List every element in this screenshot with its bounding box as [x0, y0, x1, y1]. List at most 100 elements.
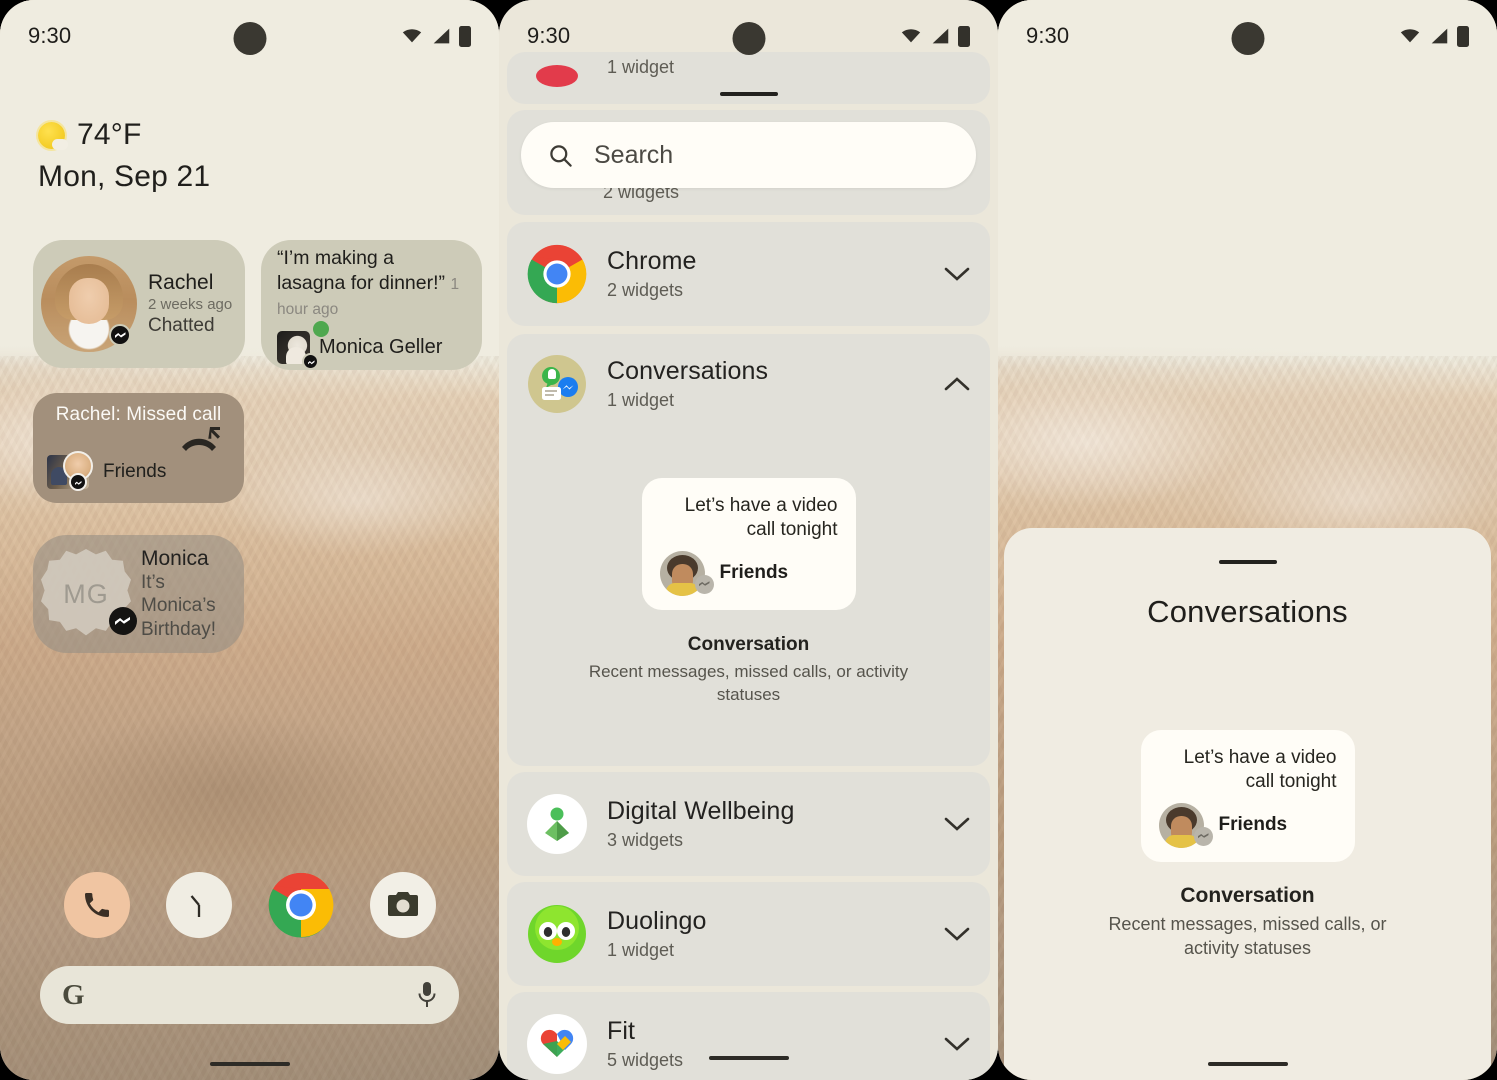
camera-punch-hole	[1231, 22, 1264, 55]
fit-icon	[527, 1014, 587, 1074]
chevron-down-icon[interactable]	[944, 1036, 970, 1052]
preview-message: Let’s have a video call tonight	[684, 495, 838, 541]
chevron-up-icon[interactable]	[944, 376, 970, 392]
chevron-down-icon[interactable]	[944, 266, 970, 282]
microphone-icon[interactable]	[417, 981, 437, 1009]
battery-icon	[958, 25, 970, 47]
navigation-bar-handle[interactable]	[1207, 1062, 1288, 1066]
messenger-icon	[109, 607, 137, 635]
app-dock	[0, 872, 499, 938]
status-icons	[900, 25, 970, 47]
battery-icon	[459, 25, 471, 47]
phone-icon[interactable]	[63, 872, 130, 938]
conversation-widget-rachel[interactable]: Rachel 2 weeks ago Chatted	[33, 240, 245, 368]
conversation-widget-birthday[interactable]: MG Monica It’s Monica’s Birthday!	[33, 535, 244, 653]
camera-icon[interactable]	[369, 872, 436, 938]
phone-conversations-sheet: 9:30 Conversations Let’s have a video ca…	[998, 0, 1497, 1080]
weather-date: Mon, Sep 21	[38, 160, 211, 193]
timestamp: 2 weeks ago	[148, 296, 233, 314]
status-icons	[401, 25, 471, 47]
messenger-icon	[302, 352, 319, 370]
messenger-icon	[69, 473, 87, 491]
status-bar: 9:30	[499, 0, 998, 72]
preview-message: Let’s have a video call tonight	[1183, 747, 1337, 793]
status-clock: 9:30	[527, 23, 571, 48]
duolingo-icon	[527, 904, 587, 964]
missed-call-icon	[182, 427, 220, 451]
battery-icon	[1457, 25, 1469, 47]
cellular-icon	[1431, 28, 1448, 44]
widget-row-conversations-expanded[interactable]: Conversations 1 widget Let’s have a vide…	[507, 334, 990, 766]
widget-count: 5 widgets	[607, 1050, 684, 1070]
widget-count: 1 widget	[607, 390, 675, 410]
app-name: Fit	[607, 1017, 636, 1045]
app-name: Chrome	[607, 247, 697, 275]
sheet-drag-handle[interactable]	[1218, 560, 1277, 564]
camera-punch-hole	[233, 22, 266, 55]
search-icon	[550, 144, 572, 167]
sun-icon	[38, 121, 68, 150]
messenger-icon	[1193, 826, 1213, 846]
phone-home-screen: 9:30 74°F Mon, Sep 21 Rachel 2 weeks ago…	[0, 0, 499, 1080]
app-name: Conversations	[607, 357, 769, 385]
digital-wellbeing-icon	[527, 794, 587, 854]
chrome-icon[interactable]	[268, 872, 334, 938]
online-status-dot	[313, 320, 329, 337]
status-bar: 9:30	[998, 0, 1497, 72]
preview-description: Recent messages, missed calls, or activi…	[1108, 914, 1387, 958]
widget-row-duolingo[interactable]: Duolingo 1 widget	[507, 882, 990, 986]
message-text: “I’m making a lasagna for dinner!” 1 hou…	[277, 247, 460, 318]
sheet-title: Conversations	[1147, 594, 1348, 629]
wifi-icon	[901, 29, 921, 43]
clock-icon[interactable]	[165, 872, 232, 938]
weather-widget[interactable]: 74°F Mon, Sep 21	[38, 118, 210, 194]
navigation-bar-handle[interactable]	[209, 1062, 290, 1066]
status-clock: 9:30	[1026, 23, 1070, 48]
three-phone-mockup: 9:30 74°F Mon, Sep 21 Rachel 2 weeks ago…	[0, 0, 1497, 1080]
contact-name: Monica Geller	[319, 335, 443, 358]
search-placeholder: Search	[594, 140, 674, 169]
widget-row-chrome[interactable]: Chrome 2 widgets	[507, 222, 990, 326]
app-name: Digital Wellbeing	[607, 797, 795, 825]
chrome-icon	[527, 244, 587, 304]
preview-description: Recent messages, missed calls, or activi…	[588, 662, 909, 704]
widget-preview-caption: Conversation Recent messages, missed cal…	[507, 634, 990, 706]
chevron-down-icon[interactable]	[944, 926, 970, 942]
conversation-widget-monica-message[interactable]: “I’m making a lasagna for dinner!” 1 hou…	[261, 240, 482, 370]
status-bar: 9:30	[0, 0, 499, 72]
widget-row-digital-wellbeing[interactable]: Digital Wellbeing 3 widgets	[507, 772, 990, 876]
status-text: Chatted	[148, 314, 215, 336]
sheet-drag-handle[interactable]	[719, 92, 778, 96]
cellular-icon	[433, 28, 450, 44]
navigation-bar-handle[interactable]	[708, 1056, 789, 1060]
widget-preview-card[interactable]: Let’s have a video call tonight Friends	[641, 478, 856, 610]
chevron-down-icon[interactable]	[944, 816, 970, 832]
weather-temperature: 74°F	[77, 118, 142, 151]
widget-preview-caption: Conversation Recent messages, missed cal…	[1004, 884, 1491, 961]
widget-preview-card[interactable]: Let’s have a video call tonight Friends	[1140, 730, 1355, 862]
widget-count: 3 widgets	[607, 830, 684, 850]
group-avatar	[47, 451, 93, 491]
contact-name: Rachel	[148, 271, 214, 295]
preview-contact: Friends	[1218, 814, 1288, 836]
google-logo: G	[62, 978, 85, 1011]
birthday-message: It’s Monica’s Birthday!	[141, 572, 216, 640]
wifi-icon	[1400, 29, 1420, 43]
widget-row-fit[interactable]: Fit 5 widgets	[507, 992, 990, 1080]
status-clock: 9:30	[28, 23, 72, 48]
messenger-icon	[694, 574, 714, 594]
preview-contact: Friends	[719, 562, 789, 584]
widget-count: 2 widgets	[607, 280, 684, 300]
missed-call-title: Rachel: Missed call	[55, 404, 222, 425]
camera-punch-hole	[732, 22, 765, 55]
google-search-bar[interactable]: G	[40, 966, 459, 1024]
conversations-bottom-sheet: Conversations Let’s have a video call to…	[1004, 528, 1491, 1080]
cellular-icon	[932, 28, 949, 44]
search-input[interactable]: Search	[521, 122, 976, 188]
phone-widget-picker: 9:30 1 widget 2 widgets Search Chrome 2 …	[499, 0, 998, 1080]
widget-picker-sheet: 1 widget 2 widgets Search Chrome 2 widge…	[499, 0, 998, 1080]
app-name: Duolingo	[607, 907, 707, 935]
widget-count: 1 widget	[607, 940, 675, 960]
messenger-icon	[109, 324, 131, 346]
conversation-widget-missed-call[interactable]: Rachel: Missed call Friends	[33, 393, 244, 503]
